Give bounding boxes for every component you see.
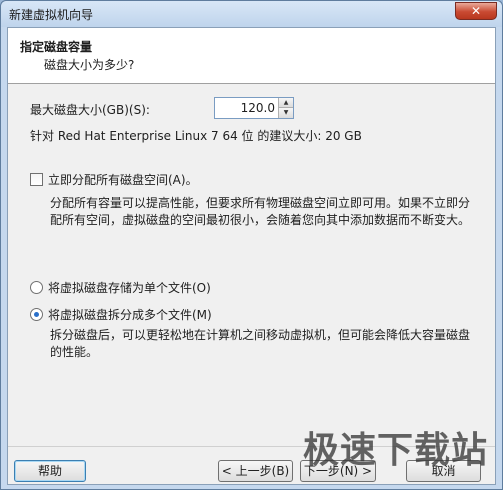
wizard-body: 指定磁盘容量 磁盘大小为多少? 最大磁盘大小(GB)(S): 120.0 ▲ ▼… [7, 27, 496, 485]
close-button[interactable]: ✕ [455, 2, 497, 20]
back-button[interactable]: < 上一步(B) [218, 460, 293, 482]
disk-size-stepper[interactable]: 120.0 ▲ ▼ [214, 97, 294, 119]
title-bar: 新建虚拟机向导 ✕ [1, 1, 502, 27]
disk-size-input[interactable]: 120.0 [219, 101, 275, 115]
wizard-window: 新建虚拟机向导 ✕ 指定磁盘容量 磁盘大小为多少? 最大磁盘大小(GB)(S):… [0, 0, 503, 490]
split-files-option[interactable]: 将虚拟磁盘拆分成多个文件(M) [30, 306, 212, 323]
close-icon: ✕ [470, 4, 482, 18]
split-files-radio[interactable] [30, 308, 43, 321]
help-button[interactable]: 帮助 [14, 460, 86, 482]
site-watermark: 极速下载站 [303, 430, 489, 471]
split-description: 拆分磁盘后，可以更轻松地在计算机之间移动虚拟机，但可能会降低大容量磁盘的性能。 [50, 328, 471, 359]
stepper-down-icon[interactable]: ▼ [279, 108, 293, 118]
stepper-up-icon[interactable]: ▲ [279, 98, 293, 108]
stepper-buttons: ▲ ▼ [278, 98, 293, 118]
window-title: 新建虚拟机向导 [9, 8, 94, 22]
allocate-description: 分配所有容量可以提高性能，但要求所有物理磁盘空间立即可用。如果不立即分配所有空间… [50, 196, 471, 227]
page-subtitle: 磁盘大小为多少? [44, 58, 135, 72]
recommended-size-text: 针对 Red Hat Enterprise Linux 7 64 位 的建议大小… [30, 129, 362, 143]
allocate-all-label[interactable]: 立即分配所有磁盘空间(A)。 [48, 171, 198, 188]
allocate-all-option[interactable]: 立即分配所有磁盘空间(A)。 [30, 171, 198, 188]
wizard-header: 指定磁盘容量 磁盘大小为多少? [8, 28, 495, 84]
single-file-option[interactable]: 将虚拟磁盘存储为单个文件(O) [30, 279, 211, 296]
page-title: 指定磁盘容量 [20, 40, 93, 54]
split-files-label[interactable]: 将虚拟磁盘拆分成多个文件(M) [48, 306, 212, 323]
allocate-all-checkbox[interactable] [30, 173, 43, 186]
single-file-radio[interactable] [30, 281, 43, 294]
single-file-label[interactable]: 将虚拟磁盘存储为单个文件(O) [48, 279, 211, 296]
disk-size-label: 最大磁盘大小(GB)(S): [30, 103, 150, 117]
